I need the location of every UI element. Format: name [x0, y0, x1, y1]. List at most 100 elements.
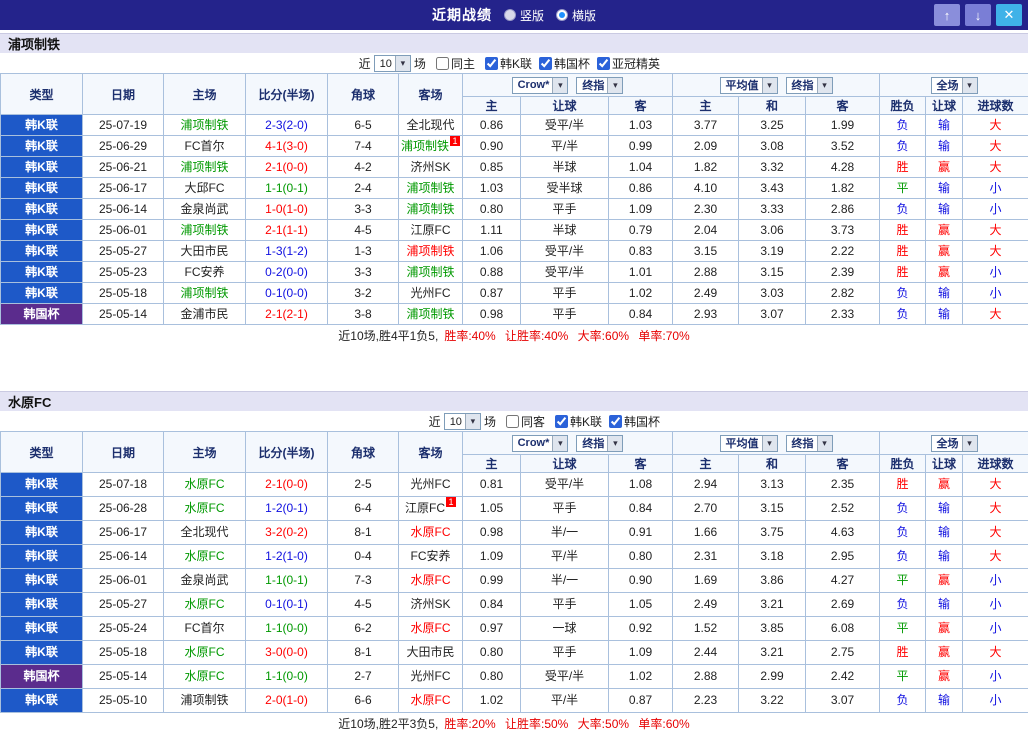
- handicap-result-cell: 赢: [925, 616, 963, 641]
- team-link[interactable]: 浦项制铁: [401, 139, 449, 153]
- team-link[interactable]: 光州FC: [411, 669, 451, 683]
- team-link[interactable]: 水原FC: [185, 501, 225, 515]
- league-filter[interactable]: 韩K联: [548, 413, 602, 430]
- team-link[interactable]: 水原FC: [185, 645, 225, 659]
- team-link[interactable]: 水原FC: [411, 525, 451, 539]
- team-link[interactable]: 水原FC: [185, 669, 225, 683]
- same-venue-filter[interactable]: 同客: [499, 413, 545, 430]
- move-up-button[interactable]: ↑: [934, 4, 960, 26]
- bookmaker-select[interactable]: Crow*: [511, 434, 569, 452]
- team-link[interactable]: 水原FC: [185, 477, 225, 491]
- team-link[interactable]: 济州SK: [410, 597, 450, 611]
- match-scope-select[interactable]: 全场: [930, 76, 978, 94]
- league-cell: 韩K联: [0, 472, 83, 497]
- handicap-line-cell: 受平/半: [520, 664, 609, 689]
- league-filter[interactable]: 韩K联: [478, 55, 532, 72]
- team-link[interactable]: 浦项制铁: [406, 307, 454, 321]
- team-link[interactable]: FC安养: [185, 265, 225, 279]
- team-link[interactable]: 大邱FC: [185, 181, 225, 195]
- league-checkbox[interactable]: [554, 414, 568, 428]
- team-link[interactable]: 浦项制铁: [406, 265, 454, 279]
- match-count-select[interactable]: 10: [443, 413, 481, 430]
- team-link[interactable]: 全北现代: [406, 118, 454, 132]
- match-row: 韩K联 25-06-01 金泉尚武 1-1(0-1) 7-3 水原FC 0.99 半/一 0.9…: [0, 568, 1028, 593]
- average-odds-select[interactable]: 平均值: [719, 434, 778, 452]
- handicap-stage-select[interactable]: 终指: [576, 76, 624, 94]
- team-link[interactable]: 浦项制铁: [406, 181, 454, 195]
- handicap-away-odds-cell: 1.04: [608, 156, 673, 178]
- match-row: 韩K联 25-05-10 浦项制铁 2-0(1-0) 6-6 水原FC 1.02 平/半 0.8…: [0, 688, 1028, 713]
- team-link[interactable]: 浦项制铁: [406, 202, 454, 216]
- corner-cell: 6-4: [327, 496, 399, 521]
- corner-cell: 8-1: [327, 520, 399, 545]
- team-link[interactable]: 浦项制铁: [180, 286, 228, 300]
- bookmaker-select[interactable]: Crow*: [511, 76, 569, 94]
- league-filter[interactable]: 韩国杯: [602, 413, 660, 430]
- handicap-home-odds-cell: 0.97: [462, 616, 521, 641]
- team-link[interactable]: 光州FC: [411, 477, 451, 491]
- goals-result-cell: 大: [962, 135, 1028, 157]
- team-link[interactable]: 大田市民: [180, 244, 228, 258]
- team-link[interactable]: 浦项制铁: [180, 160, 228, 174]
- avg-home-odds-cell: 2.23: [672, 688, 739, 713]
- result-cell: 负: [879, 198, 926, 220]
- radio-horizontal-layout[interactable]: 横版: [556, 7, 596, 24]
- team-link[interactable]: 浦项制铁: [406, 244, 454, 258]
- league-checkbox[interactable]: [596, 56, 610, 70]
- team-link[interactable]: 金泉尚武: [180, 573, 228, 587]
- same-venue-filter[interactable]: 同主: [429, 55, 475, 72]
- average-stage-select[interactable]: 终指: [785, 76, 833, 94]
- team-link[interactable]: 水原FC: [411, 693, 451, 707]
- team-link[interactable]: 光州FC: [411, 286, 451, 300]
- team-link[interactable]: FC首尔: [185, 621, 225, 635]
- handicap-result-cell: 输: [925, 496, 963, 521]
- team-link[interactable]: 水原FC: [411, 621, 451, 635]
- corner-cell: 4-5: [327, 219, 399, 241]
- goals-result-cell: 大: [962, 472, 1028, 497]
- match-count-select[interactable]: 10: [373, 55, 411, 72]
- team-link[interactable]: 江原FC: [405, 501, 445, 515]
- league-checkbox[interactable]: [608, 414, 622, 428]
- score-cell: 1-2(0-1): [245, 496, 328, 521]
- league-filter[interactable]: 韩国杯: [532, 55, 590, 72]
- team-link[interactable]: FC安养: [411, 549, 451, 563]
- same-venue-checkbox[interactable]: [505, 415, 519, 428]
- team-link[interactable]: 水原FC: [185, 597, 225, 611]
- match-scope-select[interactable]: 全场: [930, 434, 978, 452]
- radio-vertical-layout[interactable]: 竖版: [503, 7, 544, 24]
- league-checkbox[interactable]: [538, 56, 552, 70]
- goals-result-cell: 小: [962, 664, 1028, 689]
- same-venue-checkbox[interactable]: [435, 57, 449, 70]
- handicap-stage-select[interactable]: 终指: [576, 434, 624, 452]
- average-stage-select[interactable]: 终指: [785, 434, 833, 452]
- team-link[interactable]: 浦项制铁: [180, 118, 228, 132]
- team-link[interactable]: FC首尔: [185, 139, 225, 153]
- team-link[interactable]: 浦项制铁: [180, 693, 228, 707]
- handicap-line-cell: 受平/半: [520, 261, 609, 283]
- avg-draw-odds-cell: 3.43: [738, 177, 806, 199]
- team-link[interactable]: 济州SK: [410, 160, 450, 174]
- team-link[interactable]: 金泉尚武: [180, 202, 228, 216]
- handicap-line-cell: 半/一: [520, 568, 609, 593]
- column-header-corner: 角球: [327, 431, 399, 473]
- average-stage-value: 终指: [791, 438, 814, 450]
- date-cell: 25-06-01: [82, 219, 164, 241]
- team-link[interactable]: 江原FC: [411, 223, 451, 237]
- subheader-handicap-away: 客: [608, 96, 673, 115]
- close-button[interactable]: ✕: [996, 4, 1022, 26]
- team-link[interactable]: 浦项制铁: [180, 223, 228, 237]
- league-filter[interactable]: 亚冠精英: [590, 55, 660, 72]
- handicap-result-cell: 输: [925, 303, 963, 325]
- team-link[interactable]: 大田市民: [406, 645, 454, 659]
- result-cell: 胜: [879, 261, 926, 283]
- team-link[interactable]: 金浦市民: [180, 307, 228, 321]
- team-link[interactable]: 水原FC: [185, 549, 225, 563]
- move-down-button[interactable]: ↓: [965, 4, 991, 26]
- average-odds-select[interactable]: 平均值: [719, 76, 778, 94]
- league-cell: 韩国杯: [0, 664, 83, 689]
- match-row: 韩国杯 25-05-14 水原FC 1-1(0-0) 2-7 光州FC 0.80 受平/半 1.…: [0, 664, 1028, 689]
- team-link[interactable]: 水原FC: [411, 573, 451, 587]
- league-checkbox[interactable]: [484, 56, 498, 70]
- team-link[interactable]: 全北现代: [180, 525, 228, 539]
- match-row: 韩K联 25-07-18 水原FC 2-1(0-0) 2-5 光州FC 0.81 受平/半 1.…: [0, 472, 1028, 497]
